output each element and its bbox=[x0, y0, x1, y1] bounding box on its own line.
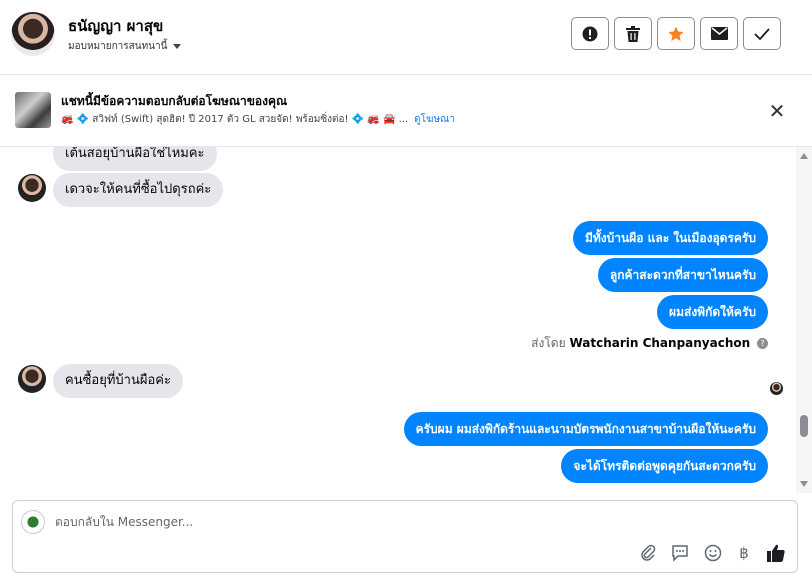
mark-unread-button[interactable] bbox=[700, 17, 738, 50]
sent-by-name: Watcharin Chanpanyachon bbox=[569, 336, 751, 350]
message-bubble-outgoing: ลูกค้าสะดวกที่สาขาไหนครับ bbox=[597, 258, 768, 292]
ad-description: 🚒 💠 สวิฟท์ (Swift) สุดฮิต! ปี 2017 ตัว G… bbox=[61, 114, 409, 125]
ad-banner-title: แชทนี้มีข้อความตอบกลับต่อโฆษณาของคุณ bbox=[61, 94, 288, 108]
mark-done-button[interactable] bbox=[743, 17, 781, 50]
scroll-up-arrow-icon[interactable] bbox=[800, 153, 808, 159]
assign-label: มอบหมายการสนทนานี้ bbox=[68, 41, 168, 52]
scrollbar-thumb[interactable] bbox=[800, 415, 808, 437]
message-bubble-incoming: เดวจะให้คนที่ซื้อไปดุรถค่ะ bbox=[53, 173, 224, 207]
sent-by-prefix: ส่งโดย bbox=[531, 336, 566, 350]
message-bubble-incoming: คนซื้อยุที่บ้านผือค่ะ bbox=[53, 364, 183, 398]
message-bubble-outgoing: จะได้โทรติดต่อพูดคุยกันสะดวกครับ bbox=[561, 449, 768, 483]
contact-avatar[interactable] bbox=[11, 12, 55, 56]
star-icon bbox=[668, 26, 684, 41]
ad-reply-banner: แชทนี้มีข้อความตอบกลับต่อโฆษณาของคุณ 🚒 💠… bbox=[0, 75, 812, 147]
message-bubble-incoming: เต้นสอยุบ้านผือใช่ไหมคะ bbox=[53, 147, 217, 171]
like-button[interactable] bbox=[765, 542, 787, 564]
smiley-icon bbox=[704, 544, 722, 562]
chat-bubble-icon bbox=[672, 545, 688, 562]
trash-icon bbox=[626, 25, 640, 42]
delete-button[interactable] bbox=[614, 17, 652, 50]
caret-down-icon bbox=[173, 43, 182, 49]
thread-scrollbar[interactable] bbox=[796, 147, 812, 493]
alert-icon bbox=[582, 26, 598, 41]
info-icon[interactable]: ? bbox=[757, 338, 768, 349]
thumbs-up-icon bbox=[767, 544, 785, 562]
page-avatar bbox=[21, 510, 45, 534]
sent-by-label: ส่งโดย Watcharin Chanpanyachon ? bbox=[531, 334, 768, 353]
contact-avatar-small bbox=[18, 174, 46, 202]
close-icon[interactable]: ✕ bbox=[766, 100, 788, 122]
assign-conversation-dropdown[interactable]: มอบหมายการสนทนานี้ bbox=[68, 39, 182, 54]
mark-spam-button[interactable] bbox=[571, 17, 609, 50]
envelope-icon bbox=[710, 27, 728, 40]
checkmark-icon bbox=[754, 27, 770, 40]
message-bubble-outgoing: มีทั้งบ้านผือ และ ในเมืองอุดรครับ bbox=[572, 221, 768, 255]
reply-input[interactable] bbox=[55, 511, 555, 533]
attach-button[interactable] bbox=[637, 542, 659, 564]
message-bubble-outgoing: ครับผม ผมส่งพิกัดร้านและนามบัตรพนักงานสา… bbox=[403, 412, 768, 446]
saved-replies-button[interactable] bbox=[669, 542, 691, 564]
message-thread[interactable]: เต้นสอยุบ้านผือใช่ไหมคะ เดวจะให้คนที่ซื้… bbox=[0, 147, 796, 493]
emoji-button[interactable] bbox=[702, 542, 724, 564]
star-button[interactable] bbox=[657, 17, 695, 50]
scroll-down-arrow-icon[interactable] bbox=[800, 481, 808, 487]
contact-avatar-small bbox=[18, 365, 46, 393]
reply-composer: ฿ bbox=[12, 500, 798, 573]
contact-name[interactable]: ธนัญญา ผาสุข bbox=[68, 14, 163, 38]
message-bubble-outgoing: ผมส่งพิกัดให้ครับ bbox=[657, 295, 768, 329]
conversation-header: ธนัญญา ผาสุข มอบหมายการสนทนานี้ bbox=[0, 0, 812, 75]
baht-payment-icon[interactable]: ฿ bbox=[733, 542, 755, 564]
read-receipt-avatar bbox=[770, 382, 783, 395]
paperclip-icon bbox=[641, 544, 656, 561]
view-ad-link[interactable]: ดูโฆษณา bbox=[414, 114, 455, 125]
ad-thumbnail bbox=[15, 92, 51, 128]
ad-banner-subtitle: 🚒 💠 สวิฟท์ (Swift) สุดฮิต! ปี 2017 ตัว G… bbox=[61, 112, 455, 127]
